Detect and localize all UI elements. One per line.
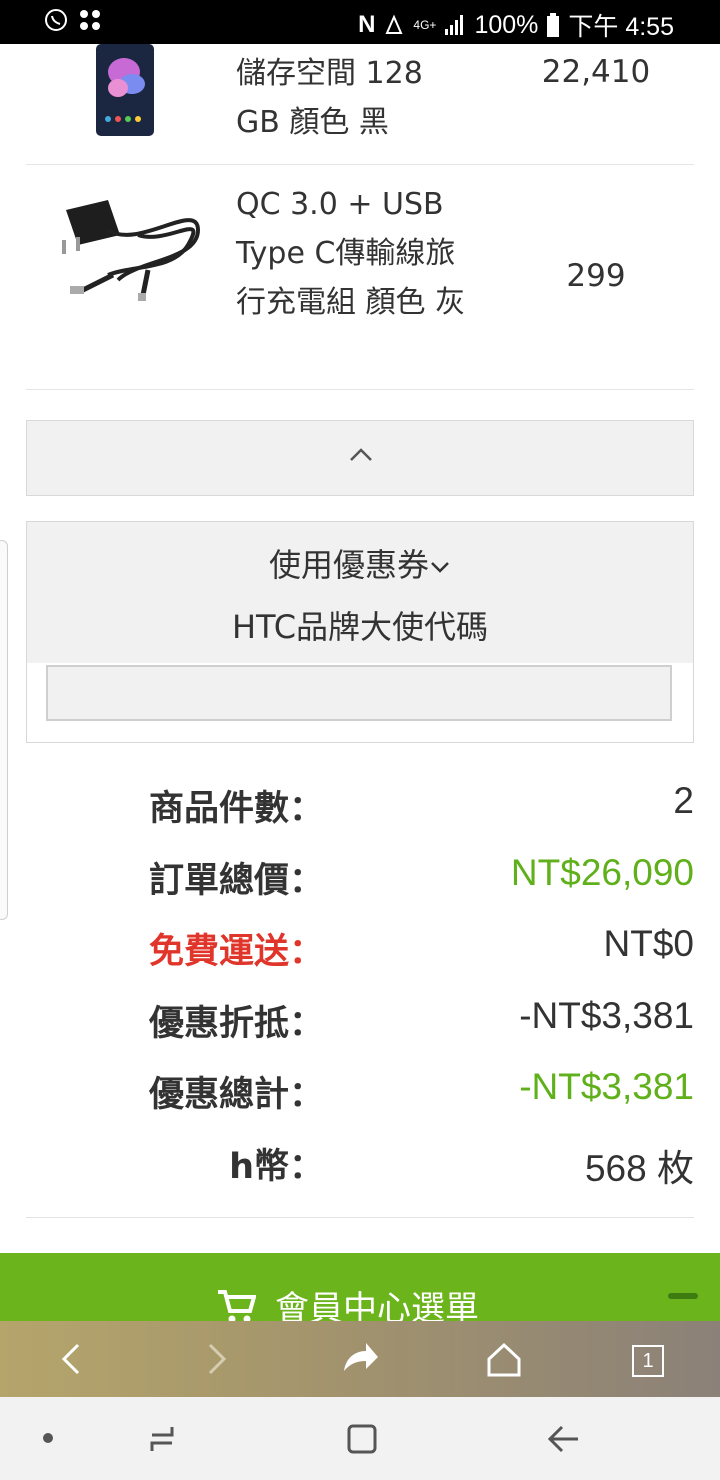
- summary-discount-total: 優惠總計： -NT$3,381: [26, 1060, 694, 1120]
- nfc-icon: N: [358, 11, 376, 38]
- summary-label: 訂單總價：: [148, 861, 324, 901]
- summary-value: 2: [673, 780, 694, 821]
- summary-label: h幣：: [229, 1147, 324, 1187]
- apps-icon: [80, 10, 100, 30]
- share-icon[interactable]: [340, 1339, 380, 1379]
- battery-percent: 100%: [474, 10, 539, 39]
- member-center-menu-button[interactable]: 會員中心選單: [0, 1253, 720, 1323]
- status-bar: N 4G+ 100% 下午 4:55: [0, 0, 720, 44]
- forward-icon[interactable]: [196, 1339, 236, 1379]
- coupon-header: 使用優惠券 HTC品牌大使代碼: [27, 522, 693, 663]
- summary-value: 568 枚: [584, 1148, 694, 1189]
- coupon-toggle[interactable]: 使用優惠券: [27, 540, 693, 586]
- system-back-icon[interactable]: [544, 1419, 584, 1459]
- summary-label: 優惠折抵：: [148, 1004, 324, 1044]
- summary-value: NT$26,090: [510, 852, 694, 893]
- chevron-down-icon: [431, 562, 449, 573]
- home-icon[interactable]: [484, 1339, 524, 1379]
- tabs-button[interactable]: 1: [628, 1339, 668, 1379]
- ambassador-code-label: HTC品牌大使代碼: [231, 608, 489, 646]
- minimize-icon[interactable]: [668, 1293, 698, 1299]
- chevron-up-icon: [350, 448, 372, 461]
- cart-item: QC 3.0 + USB Type C傳輸線旅行充電組 顏色 灰 299: [26, 165, 694, 390]
- collapse-items-button[interactable]: [26, 420, 694, 496]
- cart-item: 儲存空間 128 GB 顏色 黑 22,410: [26, 44, 694, 165]
- edge-panel-handle[interactable]: [0, 540, 8, 920]
- divider: [26, 1217, 694, 1218]
- summary-order-total: 訂單總價： NT$26,090: [26, 846, 694, 906]
- summary-item-count: 商品件數： 2: [26, 774, 694, 834]
- product-name[interactable]: 儲存空間 128 GB 顏色 黑: [236, 49, 466, 147]
- product-name[interactable]: QC 3.0 + USB Type C傳輸線旅行充電組 顏色 灰: [236, 180, 466, 327]
- data-saver-icon: [385, 14, 403, 34]
- clock: 下午 4:55: [568, 13, 674, 41]
- tabs-icon: 1: [632, 1345, 664, 1377]
- summary-label: 免費運送：: [148, 932, 324, 972]
- coupon-section: 使用優惠券 HTC品牌大使代碼: [26, 521, 694, 743]
- summary-value: -NT$3,381: [519, 995, 694, 1036]
- recent-apps-icon[interactable]: [142, 1419, 182, 1459]
- network-type: 4G+: [413, 18, 437, 32]
- summary-h-coins: h幣： 568 枚: [26, 1132, 694, 1192]
- summary-label: 商品件數：: [148, 789, 324, 829]
- product-price: 22,410: [541, 54, 651, 90]
- coupon-toggle-label: 使用優惠券: [268, 546, 429, 584]
- summary-discount: 優惠折抵： -NT$3,381: [26, 989, 694, 1049]
- system-navigation-bar: [0, 1397, 720, 1480]
- charger-image: [62, 200, 201, 301]
- member-center-label: 會員中心選單: [275, 1289, 479, 1323]
- whatsapp-icon: [45, 9, 67, 31]
- summary-value: NT$0: [603, 923, 694, 964]
- cart-icon: [218, 1290, 256, 1323]
- product-price: 299: [566, 258, 626, 294]
- summary-label: 優惠總計：: [148, 1075, 324, 1115]
- back-icon[interactable]: [52, 1339, 92, 1379]
- signal-icon: [445, 15, 464, 35]
- smartphone-image: [96, 44, 154, 136]
- tabs-count: 1: [642, 1350, 654, 1372]
- summary-free-shipping: 免費運送： NT$0: [26, 917, 694, 977]
- battery-icon: [547, 13, 560, 37]
- summary-value: -NT$3,381: [519, 1066, 694, 1107]
- ambassador-code-input[interactable]: [46, 665, 672, 721]
- dot-indicator: [43, 1433, 53, 1443]
- browser-toolbar: 1: [0, 1321, 720, 1397]
- home-button-icon[interactable]: [342, 1419, 382, 1459]
